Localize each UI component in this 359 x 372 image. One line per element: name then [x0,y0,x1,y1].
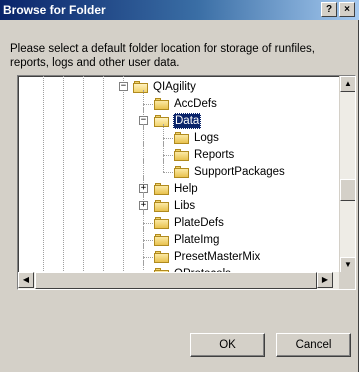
tree-item-label-selected: Data [173,113,202,129]
folder-icon [174,132,190,144]
close-button[interactable]: × [339,2,355,17]
tree-item-plateimg[interactable]: PlateImg [18,226,338,248]
tree-item-supportpackages[interactable]: SupportPackages [18,158,338,180]
instruction-text: Please select a default folder location … [10,43,315,69]
tree-item-label: Reports [194,149,235,161]
folder-icon [154,234,170,246]
folder-icon [154,251,170,263]
vertical-scrollbar[interactable]: ▲ ▼ [339,76,355,273]
folder-icon [174,166,190,178]
folder-icon [154,98,170,110]
scroll-up-button[interactable]: ▲ [340,76,355,92]
tree-item-label: PlateImg [174,234,220,246]
tree-item-label: Help [174,183,198,195]
folder-tree[interactable]: − QIAgility AccDefs − Data Logs Reports … [17,75,356,290]
folder-icon [154,217,170,229]
scroll-right-button[interactable]: ▶ [317,272,333,288]
ok-button[interactable]: OK [190,333,265,357]
tree-item-label: PlateDefs [174,217,224,229]
tree-item-help[interactable]: + Help [18,175,338,197]
scrollbar-corner [339,272,355,289]
help-button[interactable]: ? [321,2,337,17]
folder-icon [154,200,170,212]
tree-item-label: PresetMasterMix [174,251,261,263]
browse-for-folder-dialog: Browse for Folder ? × Please select a de… [0,0,359,372]
folder-open-icon [154,115,170,127]
tree-item-qiagility[interactable]: − QIAgility [18,79,338,95]
vertical-scroll-thumb[interactable] [340,179,355,201]
tree-item-libs[interactable]: + Libs [18,192,338,214]
tree-item-platedefs[interactable]: PlateDefs [18,209,338,231]
collapse-toggle[interactable]: − [119,82,128,91]
folder-icon [174,149,190,161]
tree-item-reports[interactable]: Reports [18,141,338,163]
tree-item-label: Logs [194,132,219,144]
tree-item-accdefs[interactable]: AccDefs [18,90,338,112]
scroll-left-button[interactable]: ◀ [18,272,34,288]
tree-item-presetmastermix[interactable]: PresetMasterMix [18,243,338,265]
cancel-button[interactable]: Cancel [276,333,351,357]
tree-item-logs[interactable]: Logs [18,124,338,146]
horizontal-scrollbar[interactable]: ◀ ▶ [18,272,340,289]
scroll-down-button[interactable]: ▼ [340,257,355,273]
folder-open-icon [133,81,149,93]
horizontal-scroll-thumb[interactable] [35,272,317,289]
tree-item-label: SupportPackages [194,166,285,178]
tree-item-label: QIAgility [153,81,196,93]
tree-item-label: Libs [174,200,196,212]
tree-item-label: AccDefs [174,98,217,110]
dialog-title: Browse for Folder [3,3,106,17]
title-bar[interactable]: Browse for Folder ? × [0,0,359,20]
tree-item-data[interactable]: − Data [18,107,338,129]
folder-icon [154,183,170,195]
